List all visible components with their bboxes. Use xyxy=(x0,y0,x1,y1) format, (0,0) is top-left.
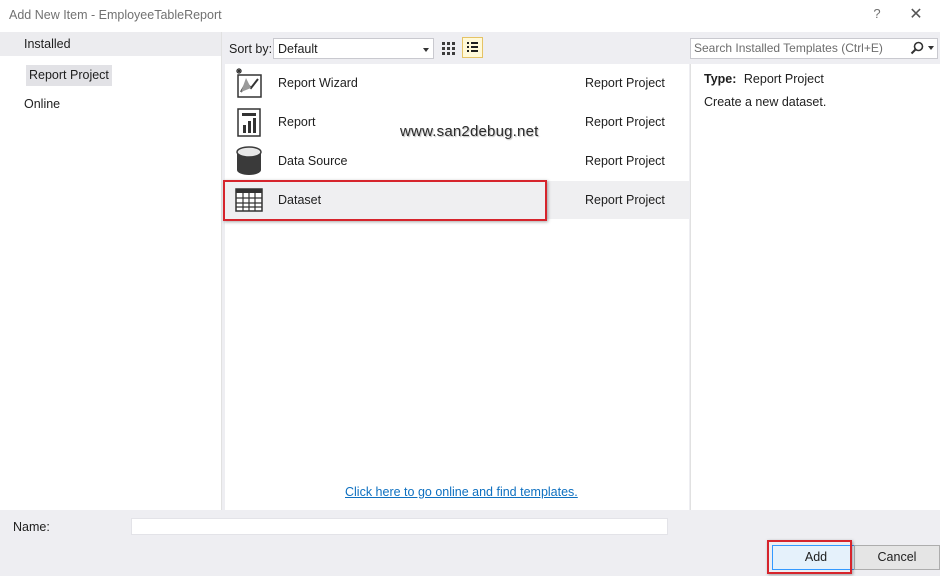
template-type: Report Project xyxy=(585,76,665,90)
tree-item-installed[interactable]: Installed xyxy=(0,32,221,56)
sort-by-value: Default xyxy=(278,42,318,56)
detail-type-row: Type: Report Project xyxy=(704,72,824,86)
help-button[interactable]: ? xyxy=(869,6,885,21)
template-name: Data Source xyxy=(278,154,348,168)
search-options-chevron-icon[interactable] xyxy=(928,46,934,50)
tree-item-label: Report Project xyxy=(29,68,109,82)
cancel-button[interactable]: Cancel xyxy=(854,545,940,570)
dataset-icon xyxy=(235,188,263,212)
toolbar: Sort by: Default xyxy=(222,32,940,64)
tree-item-label: Installed xyxy=(24,37,71,51)
report-wizard-icon xyxy=(236,68,262,98)
detail-description: Create a new dataset. xyxy=(704,95,827,109)
add-button[interactable]: Add xyxy=(772,545,860,570)
data-source-icon xyxy=(236,146,262,175)
report-icon xyxy=(237,108,261,137)
chevron-down-icon xyxy=(423,48,429,52)
watermark-text: www.san2debug.net xyxy=(400,123,539,140)
find-templates-online-link[interactable]: Click here to go online and find templat… xyxy=(345,485,578,499)
detail-type-label: Type: xyxy=(704,72,737,86)
dialog-title: Add New Item - EmployeeTableReport xyxy=(9,8,222,22)
name-label: Name: xyxy=(13,520,50,534)
title-bar: Add New Item - EmployeeTableReport ? ✕ xyxy=(0,0,940,32)
template-item-report-wizard[interactable]: Report Wizard Report Project xyxy=(225,64,689,102)
template-type: Report Project xyxy=(585,193,665,207)
name-field[interactable] xyxy=(131,518,668,535)
tree-item-report-project[interactable]: Report Project xyxy=(26,65,112,86)
search-templates-box[interactable] xyxy=(690,38,938,59)
template-item-dataset[interactable]: Dataset Report Project xyxy=(225,181,689,219)
template-type: Report Project xyxy=(585,115,665,129)
tree-item-label: Online xyxy=(24,97,61,111)
tree-item-online[interactable]: Online xyxy=(0,92,221,116)
grid-view-icon[interactable] xyxy=(438,38,458,58)
add-new-item-dialog: Add New Item - EmployeeTableReport ? ✕ I… xyxy=(0,0,940,576)
template-item-data-source[interactable]: Data Source Report Project xyxy=(225,142,689,180)
template-name: Dataset xyxy=(278,193,322,207)
list-view-icon xyxy=(467,42,478,52)
template-name: Report xyxy=(278,115,316,129)
category-tree: Installed Report Project Online xyxy=(0,32,222,510)
sort-by-dropdown[interactable]: Default xyxy=(273,38,434,59)
detail-type-value: Report Project xyxy=(743,72,824,86)
search-input[interactable] xyxy=(694,40,904,55)
sort-by-label: Sort by: xyxy=(229,42,273,56)
template-type: Report Project xyxy=(585,154,665,168)
close-button[interactable]: ✕ xyxy=(908,4,924,24)
list-view-button[interactable] xyxy=(462,37,483,58)
search-icon[interactable] xyxy=(910,41,924,55)
template-name: Report Wizard xyxy=(278,76,358,90)
details-pane: Type: Report Project Create a new datase… xyxy=(690,64,940,510)
